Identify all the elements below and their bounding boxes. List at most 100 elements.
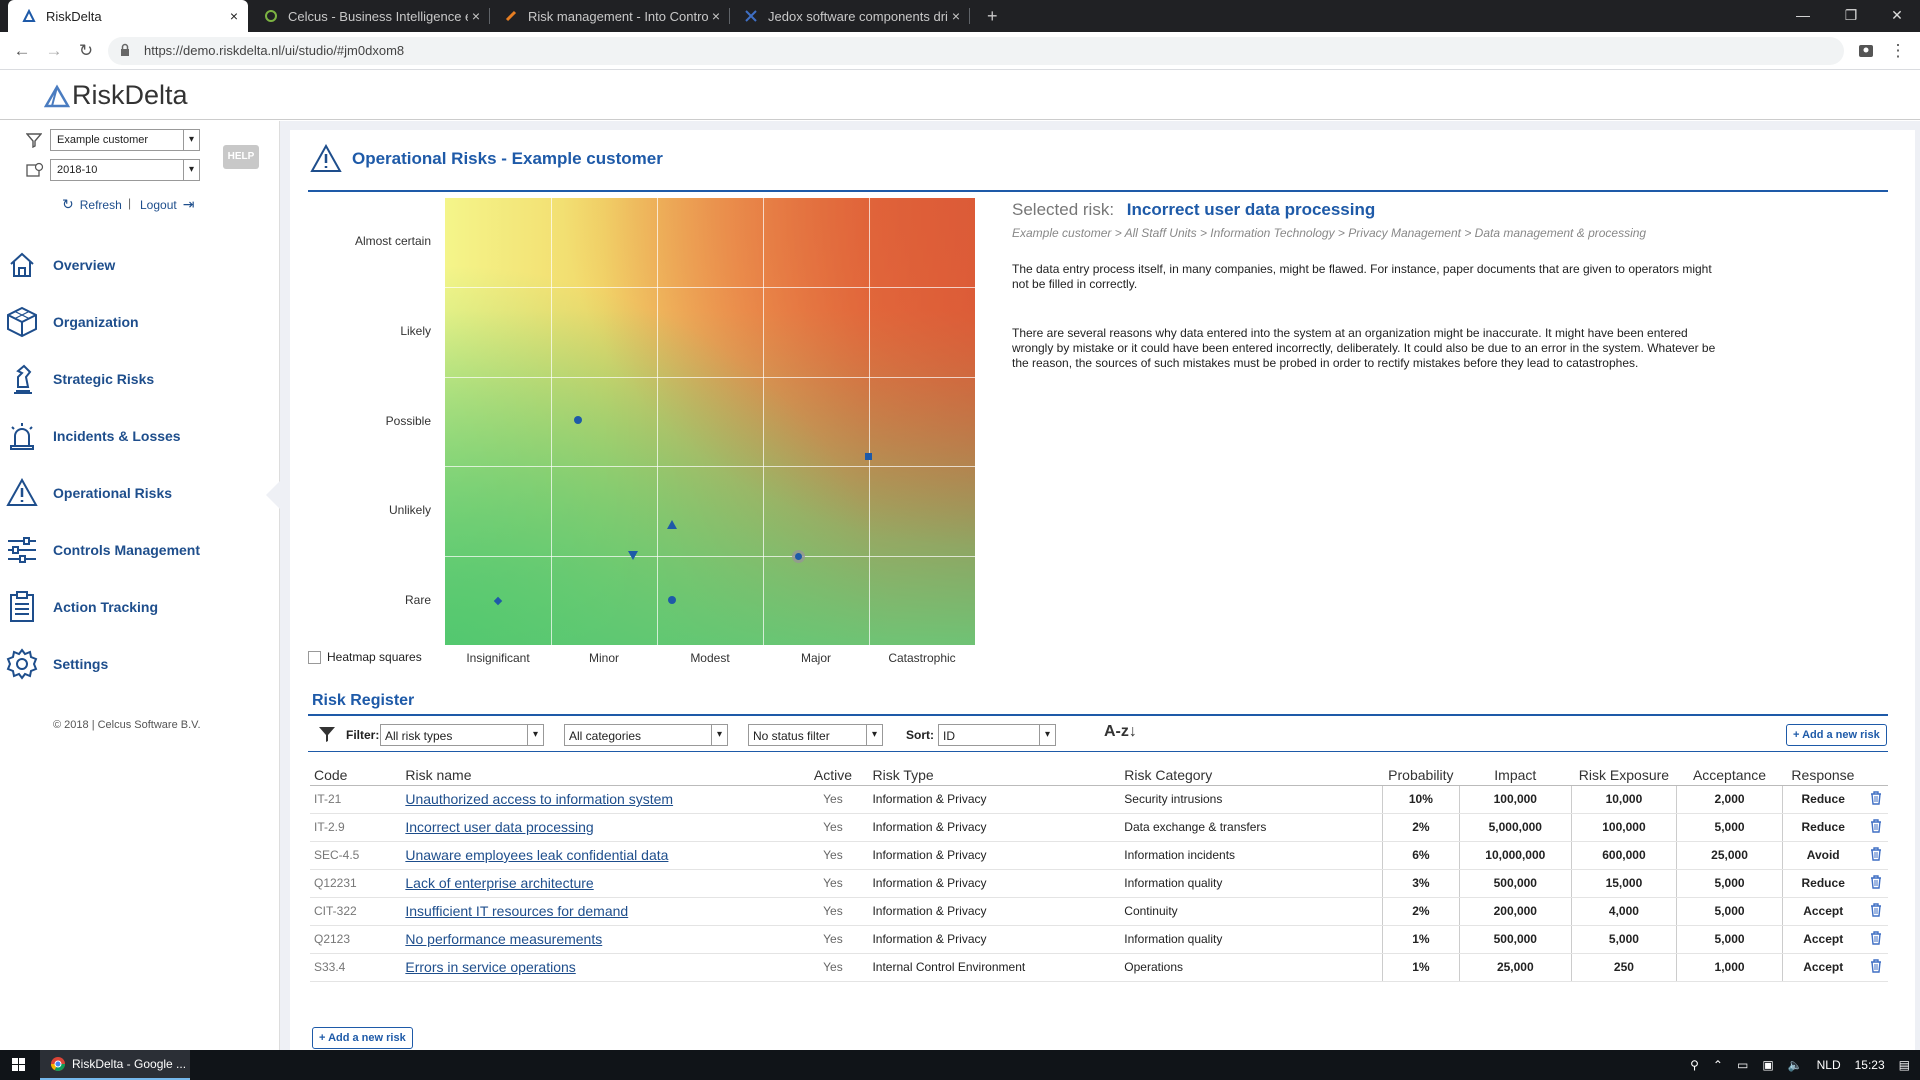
close-tab-icon[interactable]: × (712, 8, 720, 24)
risk-type-cell: Information & Privacy (868, 841, 1121, 870)
risk-response-cell: Accept (1781, 925, 1864, 954)
trash-icon[interactable] (1870, 790, 1882, 805)
sidebar-item-operational-risks[interactable]: Operational Risks (0, 465, 279, 521)
sidebar-item-strategic-risks[interactable]: Strategic Risks (0, 351, 279, 407)
trash-icon[interactable] (1870, 902, 1882, 917)
column-header-active[interactable]: Active (797, 765, 869, 786)
people-icon[interactable]: ⚲ (1690, 1058, 1699, 1072)
clipboard-icon (4, 589, 40, 625)
sidebar-item-organization[interactable]: Organization (0, 294, 279, 350)
trash-icon[interactable] (1870, 874, 1882, 889)
tab-into-control[interactable]: Risk management - Into Control × (490, 0, 730, 32)
clock[interactable]: 15:23 (1855, 1058, 1885, 1072)
column-header-response[interactable]: Response (1782, 765, 1864, 786)
risk-name-link[interactable]: No performance measurements (405, 931, 602, 947)
close-tab-icon[interactable]: × (472, 8, 480, 24)
battery-icon[interactable]: ▭ (1737, 1058, 1748, 1072)
risk-name-link[interactable]: Incorrect user data processing (405, 819, 593, 835)
trash-icon[interactable] (1870, 930, 1882, 945)
notifications-icon[interactable]: ▤ (1899, 1058, 1910, 1072)
heatmap-squares-checkbox[interactable] (308, 650, 321, 664)
warning-icon (310, 144, 342, 172)
sort-select[interactable]: ID ▾ (938, 724, 1056, 746)
language-indicator[interactable]: NLD (1817, 1058, 1841, 1072)
active-item-pointer (266, 481, 280, 509)
column-header-risk-name[interactable]: Risk name (401, 765, 798, 786)
risk-name-link[interactable]: Errors in service operations (405, 959, 575, 975)
network-icon[interactable]: ▣ (1762, 1058, 1773, 1072)
tab-jedox[interactable]: Jedox software components driv × (730, 0, 970, 32)
new-tab-button[interactable]: + (975, 0, 1011, 32)
grid-line (763, 198, 764, 645)
address-bar[interactable]: https://demo.riskdelta.nl/ui/studio/#jm0… (108, 37, 1844, 65)
sidebar-item-incidents-losses[interactable]: Incidents & Losses (0, 408, 279, 464)
column-header-risk-exposure[interactable]: Risk Exposure (1571, 765, 1677, 786)
sidebar-item-settings[interactable]: Settings (0, 636, 279, 692)
browser-menu-icon[interactable]: ⋮ (1886, 40, 1910, 62)
customer-select[interactable]: Example customer ▾ (50, 129, 200, 151)
column-header-risk-category[interactable]: Risk Category (1120, 765, 1383, 786)
risk-marker[interactable] (574, 416, 582, 424)
risk-marker[interactable] (667, 520, 677, 529)
table-row[interactable]: CIT-322 Insufficient IT resources for dem… (310, 897, 1888, 926)
column-header-risk-type[interactable]: Risk Type (868, 765, 1121, 786)
sidebar-item-overview[interactable]: Overview (0, 237, 279, 293)
close-tab-icon[interactable]: × (952, 8, 960, 24)
tab-riskdelta[interactable]: RiskDelta × (8, 0, 248, 32)
category-filter-select[interactable]: All categories ▾ (564, 724, 728, 746)
risk-marker[interactable] (865, 453, 872, 460)
volume-icon[interactable]: 🔈 (1788, 1058, 1803, 1072)
add-risk-button[interactable]: + Add a new risk (1786, 724, 1887, 746)
status-filter-select[interactable]: No status filter ▾ (748, 724, 883, 746)
help-button[interactable]: HELP (223, 145, 259, 169)
heatmap-squares-toggle[interactable]: Heatmap squares (308, 650, 422, 664)
close-tab-icon[interactable]: × (230, 8, 238, 24)
start-button[interactable] (0, 1050, 38, 1080)
period-select[interactable]: 2018-10 ▾ (50, 159, 200, 181)
risk-name-link-cell: No performance measurements (401, 925, 798, 954)
minimize-window-button[interactable]: — (1780, 0, 1826, 32)
add-risk-button-bottom[interactable]: + Add a new risk (312, 1027, 413, 1049)
taskbar-chrome-window[interactable]: RiskDelta - Google ... (40, 1050, 190, 1080)
column-header-impact[interactable]: Impact (1459, 765, 1572, 786)
sidebar-item-controls-management[interactable]: Controls Management (0, 522, 279, 578)
risk-name-link[interactable]: Unauthorized access to information syste… (405, 791, 673, 807)
risk-probability-cell: 6% (1381, 841, 1460, 870)
table-row[interactable]: S33.4 Errors in service operations Yes Inte… (310, 953, 1888, 982)
column-header-probability[interactable]: Probability (1382, 765, 1460, 786)
table-row[interactable]: SEC-4.5 Unaware employees leak confidenti… (310, 841, 1888, 870)
table-row[interactable]: IT-2.9 Incorrect user data processing Yes I… (310, 813, 1888, 842)
risk-name-link-cell: Incorrect user data processing (401, 813, 798, 842)
risk-type-filter-select[interactable]: All risk types ▾ (380, 724, 544, 746)
riskdelta-logo[interactable]: RiskDelta (44, 80, 188, 111)
risk-name-link-cell: Unaware employees leak confidential data (401, 841, 798, 870)
windows-taskbar: RiskDelta - Google ... ⚲ ⌃ ▭ ▣ 🔈 NLD 15:… (0, 1050, 1920, 1080)
reload-button[interactable]: ↻ (74, 40, 98, 62)
trash-icon[interactable] (1870, 818, 1882, 833)
table-row[interactable]: Q2123 No performance measurements Yes Infor… (310, 925, 1888, 954)
table-row[interactable]: IT-21 Unauthorized access to information … (310, 785, 1888, 814)
tab-celcus[interactable]: Celcus - Business Intelligence en × (250, 0, 490, 32)
forward-button[interactable]: → (42, 40, 66, 62)
close-window-button[interactable]: ✕ (1874, 0, 1920, 32)
risk-marker[interactable] (668, 596, 676, 604)
risk-name-link[interactable]: Unaware employees leak confidential data (405, 847, 668, 863)
sort-direction-toggle[interactable]: A-z↓ (1104, 723, 1137, 741)
sidebar-item-action-tracking[interactable]: Action Tracking (0, 579, 279, 635)
table-row[interactable]: Q12231 Lack of enterprise architecture Yes… (310, 869, 1888, 898)
refresh-button[interactable]: ↻ Refresh (62, 196, 122, 213)
gear-icon (4, 646, 40, 682)
trash-icon[interactable] (1870, 846, 1882, 861)
column-header-acceptance[interactable]: Acceptance (1676, 765, 1783, 786)
column-header-code[interactable]: Code (310, 765, 402, 786)
grid-line (551, 198, 552, 645)
risk-marker[interactable] (628, 551, 638, 560)
restore-window-button[interactable]: ❐ (1828, 0, 1874, 32)
logout-button[interactable]: Logout ⇥ (140, 196, 194, 213)
chevron-up-icon[interactable]: ⌃ (1713, 1058, 1723, 1072)
trash-icon[interactable] (1870, 958, 1882, 973)
back-button[interactable]: ← (10, 40, 34, 62)
risk-name-link[interactable]: Lack of enterprise architecture (405, 875, 593, 891)
profile-icon[interactable] (1858, 42, 1874, 58)
risk-name-link[interactable]: Insufficient IT resources for demand (405, 903, 628, 919)
